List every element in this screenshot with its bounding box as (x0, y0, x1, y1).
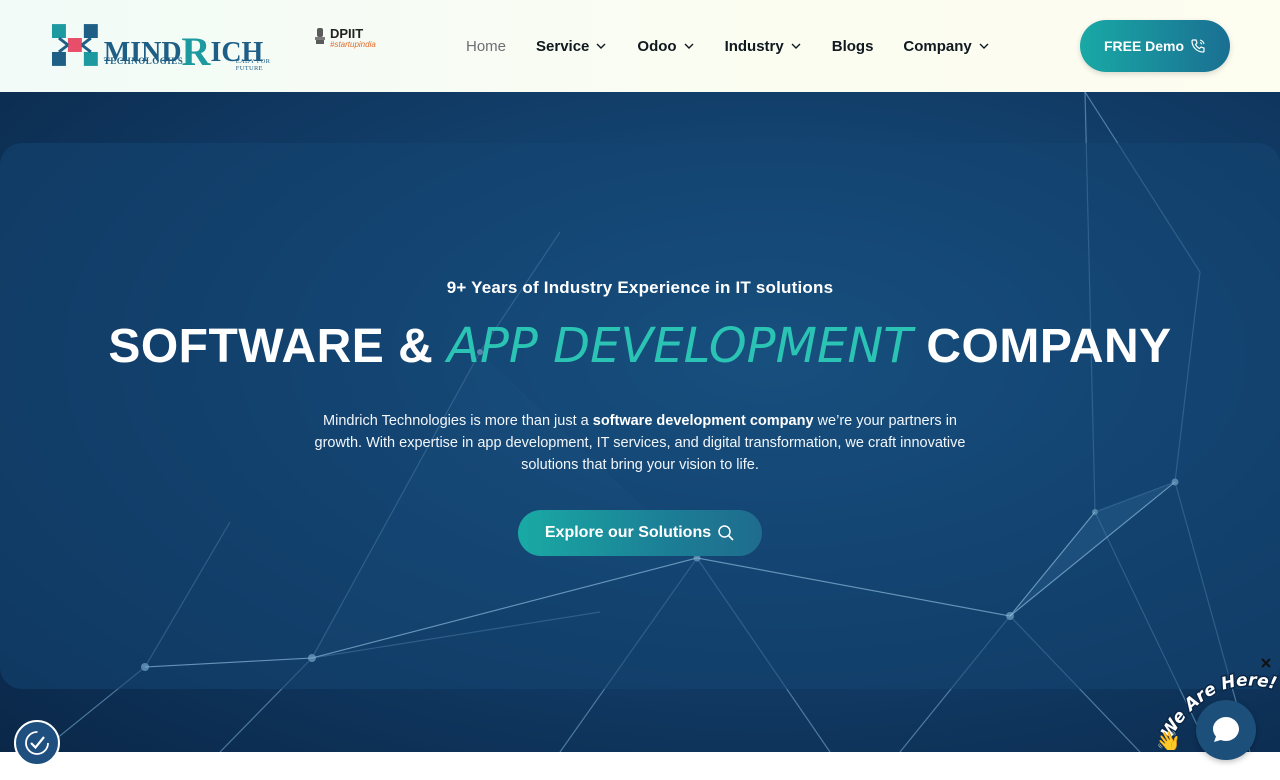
startupindia-label: #startupindia (330, 40, 376, 49)
nav-item-blogs[interactable]: Blogs (832, 38, 874, 55)
hero-title-accent: APP DEVELOPMENT (447, 318, 913, 374)
chevron-down-icon (596, 43, 606, 49)
logo-subtitle: TECHNOLOGIES (103, 56, 184, 66)
dpiit-badge: DPIIT #startupindia (314, 26, 386, 54)
nav-item-company[interactable]: Company (903, 38, 989, 55)
free-demo-label: FREE Demo (1103, 38, 1185, 54)
nav-label: Service (536, 37, 590, 55)
hero-title-part2: COMPANY (912, 320, 1172, 373)
nav-item-service[interactable]: Service (536, 38, 607, 55)
logo-tagline: EADY FOR FUTURE (235, 58, 271, 72)
explore-solutions-label: Explore our Solutions (544, 524, 712, 541)
mindrich-logo[interactable]: MINDRICH TECHNOLOGIES EADY FOR FUTURE (48, 18, 293, 74)
logo-wordmark: MINDRICH TECHNOLOGIES EADY FOR FUTURE (103, 18, 293, 74)
hero-description: Mindrich Technologies is more than just … (300, 410, 980, 476)
chat-button[interactable] (1196, 700, 1256, 760)
phone-icon (1191, 39, 1205, 53)
nav-item-home[interactable]: Home (466, 38, 506, 55)
logo-word-r: R (181, 29, 211, 74)
chevron-down-icon (791, 43, 801, 49)
site-header: MINDRICH TECHNOLOGIES EADY FOR FUTURE DP… (0, 0, 1280, 92)
dpiit-title: DPIIT (330, 26, 364, 41)
nav-item-industry[interactable]: Industry (725, 38, 802, 55)
hero-title: SOFTWARE & APP DEVELOPMENT COMPANY (0, 318, 1280, 374)
hero-desc-part1: Mindrich Technologies is more than just … (323, 413, 593, 429)
nav-label: Blogs (831, 37, 874, 55)
national-emblem-icon (315, 28, 325, 44)
accessibility-button[interactable] (14, 720, 60, 766)
chevron-down-icon (979, 43, 989, 49)
chevron-down-icon (684, 43, 694, 49)
nav-label: Home (466, 37, 507, 55)
explore-solutions-button[interactable]: Explore our Solutions (518, 510, 762, 556)
nav-label: Company (903, 37, 972, 55)
search-icon (718, 525, 734, 541)
nav-label: Industry (724, 37, 784, 55)
nav-label: Odoo (637, 37, 677, 55)
accessibility-icon (25, 731, 49, 755)
hero-section: 9+ Years of Industry Experience in IT so… (0, 92, 1280, 752)
hero-title-part1: SOFTWARE & (108, 320, 448, 373)
free-demo-button[interactable]: FREE Demo (1080, 20, 1230, 72)
hero-tagline: 9+ Years of Industry Experience in IT so… (446, 278, 834, 297)
hero-desc-bold: software development company (592, 413, 814, 429)
main-nav: Home Service Odoo Industry Blogs Company (466, 36, 1020, 56)
nav-item-odoo[interactable]: Odoo (637, 38, 694, 55)
waving-hand-icon: 👋 (1156, 730, 1181, 750)
logo-mark-icon (51, 24, 98, 66)
chat-icon (1213, 717, 1239, 742)
